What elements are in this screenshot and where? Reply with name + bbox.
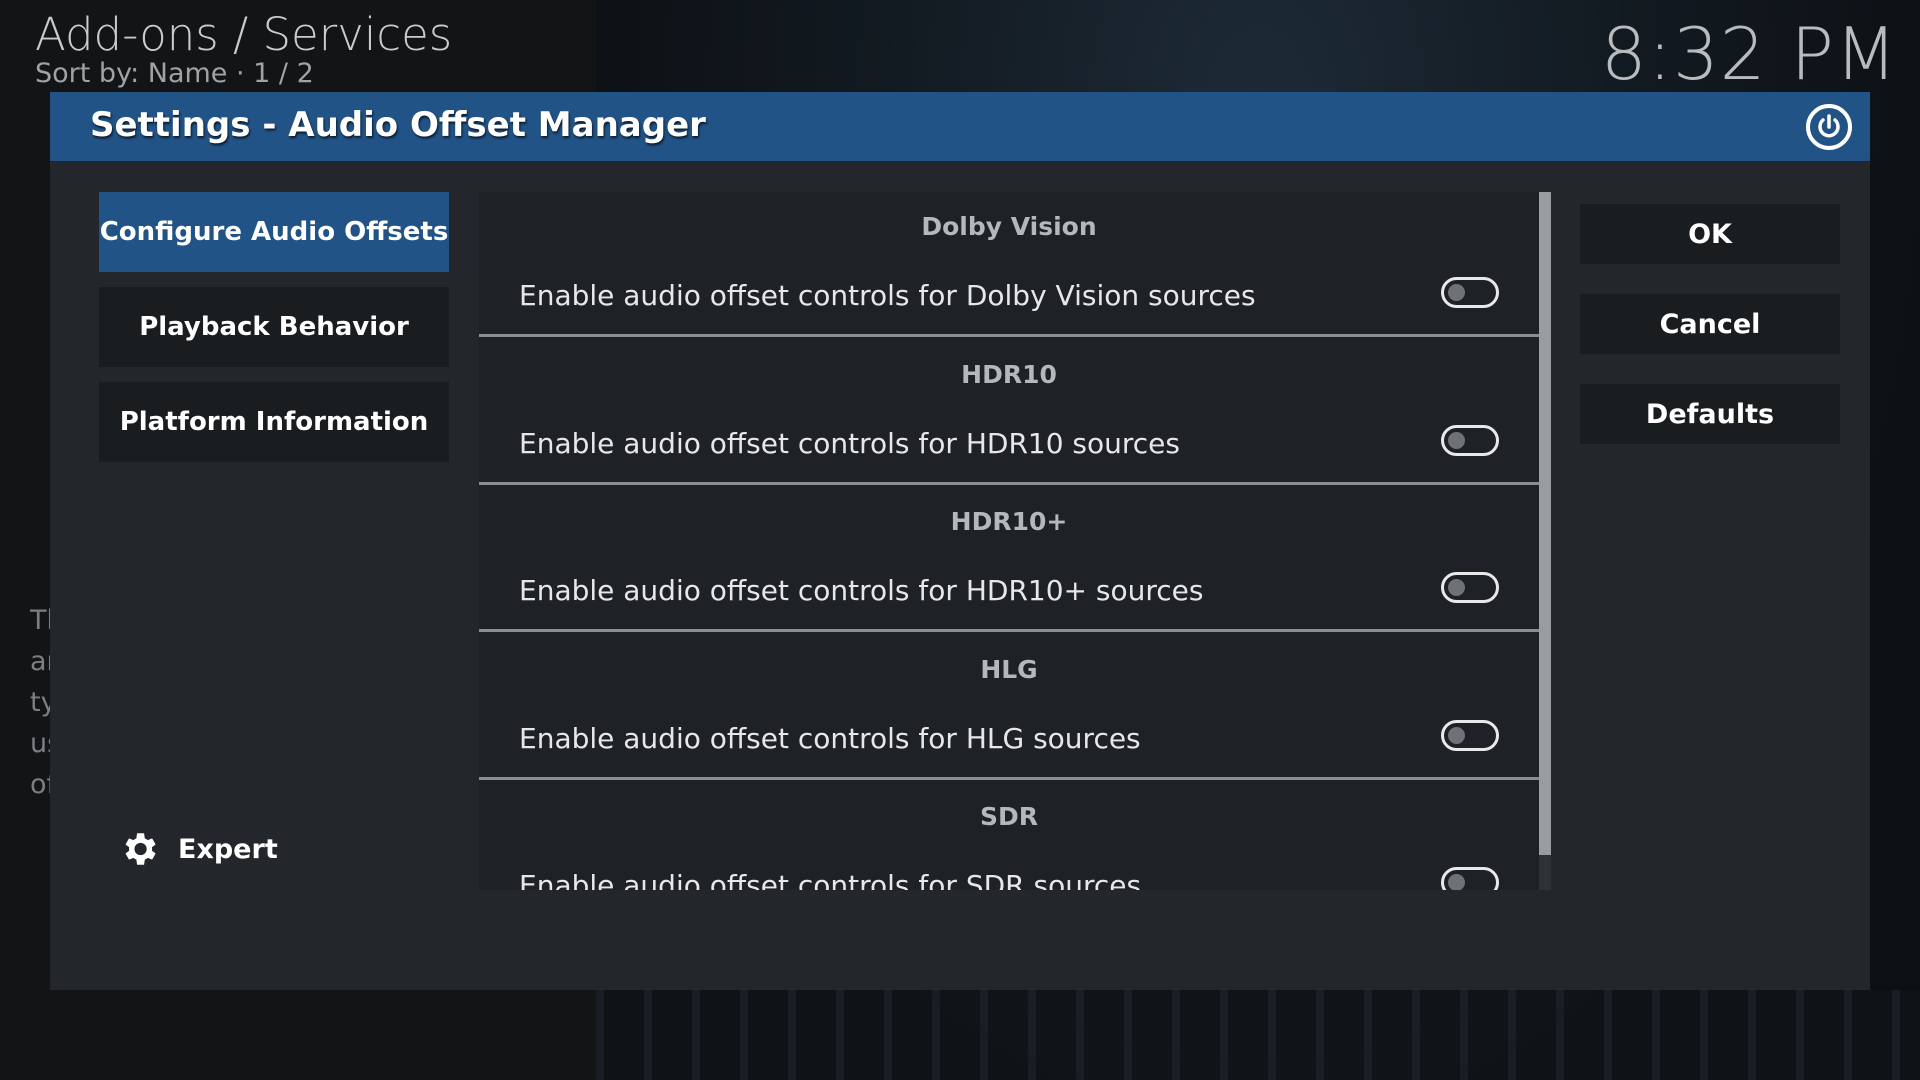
power-icon[interactable]: [1806, 104, 1852, 150]
cancel-button[interactable]: Cancel: [1580, 294, 1840, 354]
setting-label: Enable audio offset controls for Dolby V…: [519, 279, 1256, 312]
category-platform-information[interactable]: Platform Information: [99, 382, 449, 462]
group-title: HDR10+: [950, 507, 1068, 536]
setting-label: Enable audio offset controls for HDR10 s…: [519, 426, 1180, 460]
settings-scrollbar[interactable]: [1539, 192, 1551, 890]
setting-hdr10-plus-toggle[interactable]: Enable audio offset controls for HDR10+ …: [479, 552, 1539, 632]
gear-icon: [125, 833, 156, 865]
toggle-knob: [1448, 431, 1465, 449]
settings-group-dolby-vision: Dolby Vision Enable audio offset control…: [479, 192, 1539, 340]
clock: 8:32 PM: [1600, 12, 1898, 96]
setting-label: Enable audio offset controls for HDR10+ …: [519, 574, 1204, 607]
setting-hdr10-toggle[interactable]: Enable audio offset controls for HDR10 s…: [479, 405, 1539, 485]
toggle-switch[interactable]: [1441, 867, 1499, 890]
setting-hlg-toggle[interactable]: Enable audio offset controls for HLG sou…: [479, 700, 1539, 780]
scrollbar-thumb[interactable]: [1539, 192, 1551, 855]
setting-label: Enable audio offset controls for SDR sou…: [519, 869, 1142, 890]
toggle-switch[interactable]: [1441, 424, 1499, 456]
toggle-knob: [1448, 874, 1465, 890]
settings-dialog: Settings - Audio Offset Manager Configur…: [50, 92, 1870, 990]
setting-sdr-toggle[interactable]: Enable audio offset controls for SDR sou…: [479, 847, 1539, 890]
category-playback-behavior[interactable]: Playback Behavior: [99, 287, 449, 367]
breadcrumb: Add-ons / Services: [35, 8, 453, 61]
settings-group-hdr10: HDR10 Enable audio offset controls for H…: [479, 340, 1539, 488]
settings-level-label: Expert: [178, 833, 278, 865]
settings-list: Dolby Vision Enable audio offset control…: [479, 192, 1539, 890]
group-title: HDR10: [961, 359, 1057, 389]
sort-info: Sort by: Name · 1 / 2: [35, 58, 314, 89]
setting-label: Enable audio offset controls for HLG sou…: [519, 721, 1141, 755]
toggle-knob: [1448, 284, 1465, 301]
toggle-knob: [1448, 726, 1465, 744]
settings-group-hdr10-plus: HDR10+ Enable audio offset controls for …: [479, 487, 1539, 635]
setting-dolby-vision-toggle[interactable]: Enable audio offset controls for Dolby V…: [479, 257, 1539, 337]
toggle-switch[interactable]: [1441, 719, 1499, 751]
group-title: SDR: [979, 802, 1038, 831]
settings-group-sdr: SDR Enable audio offset controls for SDR…: [479, 782, 1539, 890]
toggle-switch[interactable]: [1441, 277, 1499, 308]
ok-button[interactable]: OK: [1580, 204, 1840, 264]
settings-group-hlg: HLG Enable audio offset controls for HLG…: [479, 635, 1539, 783]
defaults-button[interactable]: Defaults: [1580, 384, 1840, 444]
background-pattern: [596, 990, 1920, 1080]
group-title: HLG: [980, 654, 1038, 684]
toggle-switch[interactable]: [1441, 572, 1499, 603]
group-title: Dolby Vision: [921, 212, 1097, 241]
dialog-title: Settings - Audio Offset Manager: [90, 105, 706, 145]
dialog-header: Settings - Audio Offset Manager: [50, 92, 1870, 161]
toggle-knob: [1448, 579, 1465, 596]
category-configure-audio-offsets[interactable]: Configure Audio Offsets: [99, 192, 449, 272]
settings-level-button[interactable]: Expert: [118, 828, 278, 870]
